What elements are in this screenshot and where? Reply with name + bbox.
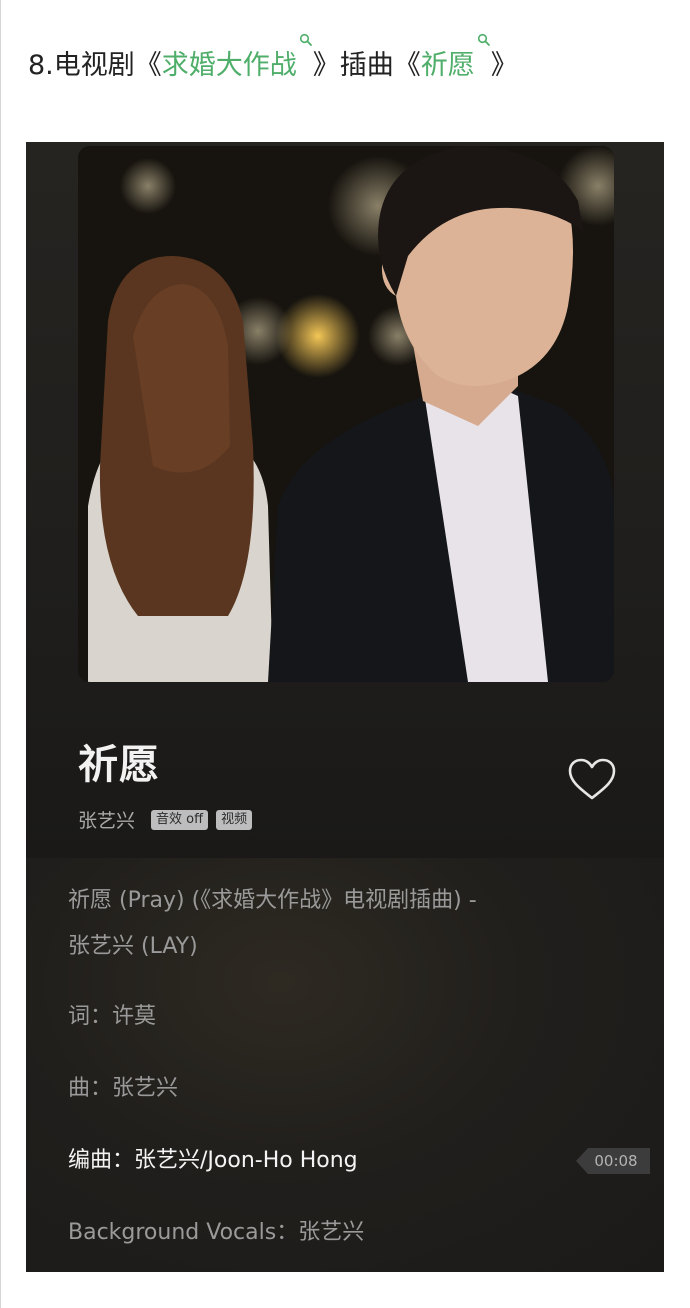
left-border <box>0 0 1 1308</box>
sound-effect-tag[interactable]: 音效 off <box>151 809 209 830</box>
lyric-line: 祈愿 (Pray) (《求婚大作战》电视剧插曲) - <box>68 888 477 913</box>
playback-timestamp[interactable]: 00:08 <box>576 1148 650 1174</box>
music-player-card[interactable]: 祈愿 张艺兴 音效 off 视频 祈愿 (Pray) (《求婚大作战》电视剧插曲… <box>26 142 664 1272</box>
artist-name[interactable]: 张艺兴 <box>78 806 135 833</box>
lyric-line: 张艺兴 (LAY) <box>68 934 198 959</box>
album-cover <box>78 146 614 682</box>
album-cover-art <box>78 146 614 682</box>
lyric-line: Background Vocals：张艺兴 <box>68 1220 365 1245</box>
lyric-line: 曲：张艺兴 <box>68 1076 179 1101</box>
video-tag[interactable]: 视频 <box>216 809 253 830</box>
song-title: 祈愿 <box>78 742 160 788</box>
lyrics-panel-bg <box>26 858 664 1272</box>
drama-link[interactable]: 求婚大作战 <box>161 33 313 82</box>
lyric-line-active: 编曲：张艺兴/Joon-Ho Hong <box>68 1148 358 1173</box>
search-icon <box>477 33 490 46</box>
drama-link-text: 求婚大作战 <box>161 49 297 81</box>
section-heading: 8.电视剧《 求婚大作战 》插曲《 祈愿 》 <box>28 33 518 86</box>
heart-icon <box>568 758 616 800</box>
song-link[interactable]: 祈愿 <box>420 33 491 82</box>
heading-mid: 》插曲《 <box>312 49 421 81</box>
song-meta: 张艺兴 音效 off 视频 <box>78 806 253 833</box>
song-link-text: 祈愿 <box>420 49 475 81</box>
favorite-button[interactable] <box>566 757 618 803</box>
heading-suffix: 》 <box>490 49 518 81</box>
search-icon <box>299 33 312 46</box>
heading-prefix: 8.电视剧《 <box>28 49 162 81</box>
lyric-line: 词：许莫 <box>68 1004 157 1029</box>
